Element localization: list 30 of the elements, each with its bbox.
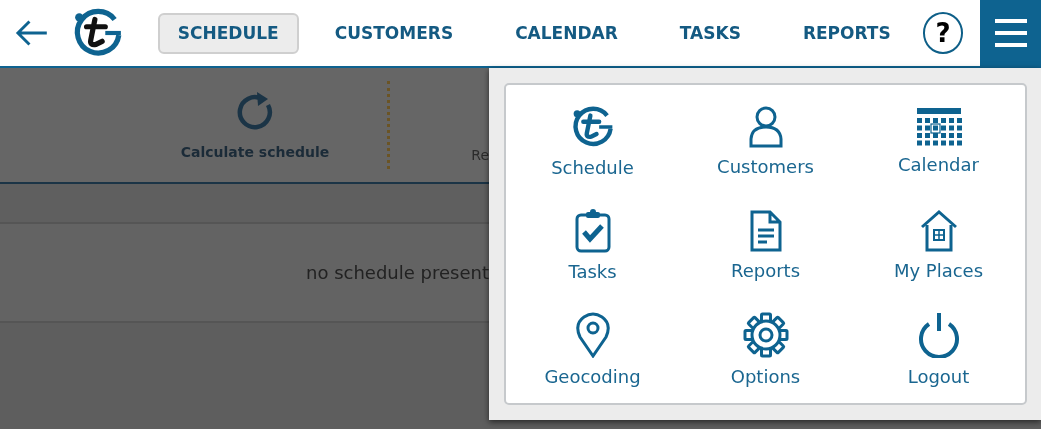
refresh-icon (235, 90, 275, 132)
house-icon (920, 209, 957, 252)
menu-item[interactable]: Tasks (506, 193, 679, 297)
menu-item[interactable]: Customers (679, 89, 852, 193)
power-icon (916, 311, 961, 358)
nav-tab[interactable]: CALENDAR (495, 12, 638, 54)
help-button[interactable]: ? (922, 12, 964, 54)
nav-tab[interactable]: CUSTOMERS (314, 12, 474, 54)
nav-tab[interactable]: REPORTS (782, 12, 911, 54)
toolbar-label: Re (471, 147, 489, 163)
settings-icon (742, 311, 789, 358)
logo-icon (570, 104, 615, 149)
location-pin-icon (575, 311, 610, 358)
menu-item[interactable]: Geocoding (506, 297, 679, 401)
empty-message: no schedule present (306, 262, 489, 283)
nav-tab[interactable]: TASKS (659, 12, 761, 54)
document-icon (749, 209, 782, 252)
nav-tab[interactable]: SCHEDULE (157, 12, 299, 54)
clipboard-check-icon (574, 208, 611, 253)
menu-item[interactable]: Reports (679, 193, 852, 297)
person-icon (748, 105, 783, 148)
menu-item[interactable]: Options (679, 297, 852, 401)
back-arrow-icon[interactable] (15, 19, 48, 47)
menu-item[interactable]: Schedule (506, 89, 679, 193)
menu-item[interactable]: My Places (852, 193, 1025, 297)
menu-button[interactable] (980, 0, 1041, 66)
menu-item[interactable]: Logout (852, 297, 1025, 401)
calendar-icon (915, 107, 962, 146)
menu-item[interactable]: Calendar (852, 89, 1025, 193)
menu-icon (994, 18, 1027, 48)
